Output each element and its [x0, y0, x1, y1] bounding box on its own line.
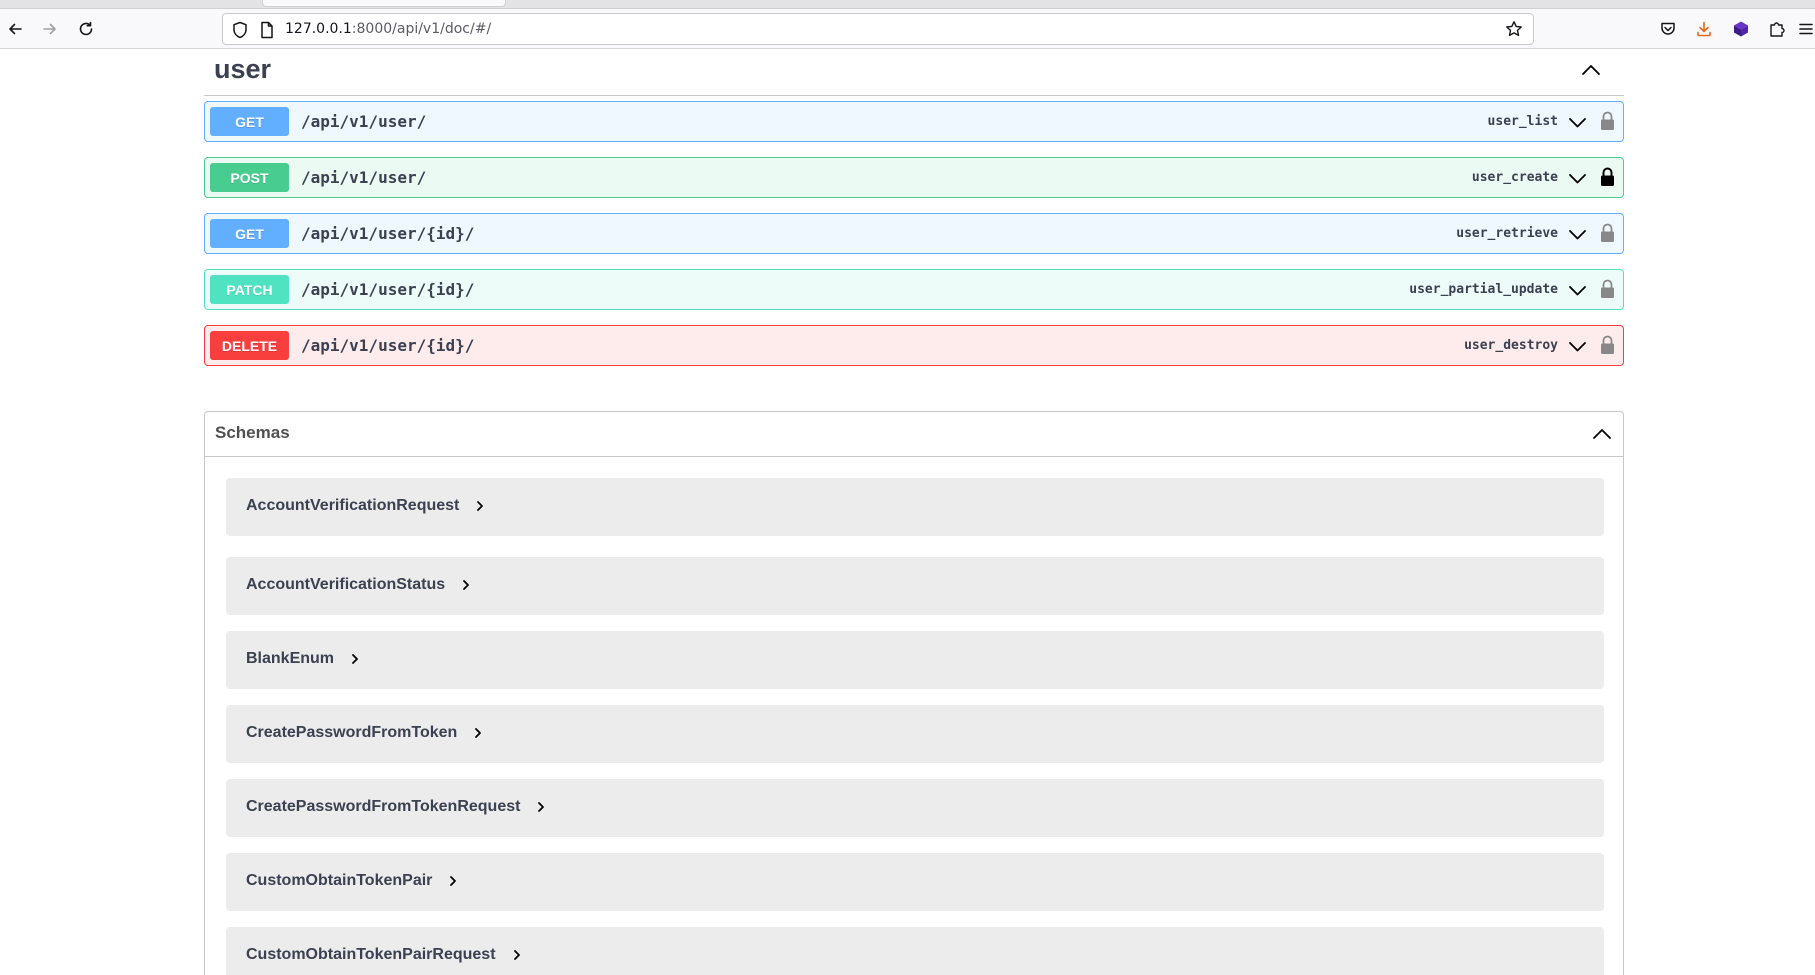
schema-model-item[interactable]: BlankEnum — [226, 631, 1604, 689]
app-menu-button[interactable] — [1797, 17, 1815, 41]
chevron-down-icon[interactable] — [1568, 225, 1587, 244]
operation-id: user_destroy — [1464, 338, 1558, 353]
back-arrow-icon — [9, 23, 22, 35]
schema-model-item[interactable]: CreatePasswordFromToken — [226, 705, 1604, 763]
operation-path: /api/v1/user/{id}/ — [301, 336, 475, 355]
url-host: 127.0.0.1 — [285, 21, 352, 37]
chevron-right-icon[interactable] — [350, 653, 360, 665]
puzzle-piece-icon — [1770, 22, 1785, 37]
back-button[interactable] — [3, 17, 27, 41]
schemas-title: Schemas — [215, 423, 290, 442]
schema-model-label: CustomObtainTokenPair — [246, 872, 433, 889]
operation-post-user-create[interactable]: POST /api/v1/user/ user_create — [204, 157, 1624, 198]
unlocked-lock-icon[interactable] — [1600, 279, 1615, 299]
schema-model-item[interactable]: CustomObtainTokenPairRequest — [226, 927, 1604, 975]
downloads-button[interactable] — [1692, 17, 1716, 41]
operation-patch-user-partial-update[interactable]: PATCH /api/v1/user/{id}/ user_partial_up… — [204, 269, 1624, 310]
schema-model-label: AccountVerificationRequest — [246, 497, 460, 514]
schema-model-name: BlankEnum — [246, 650, 360, 668]
bookmark-star-icon[interactable] — [1505, 20, 1523, 38]
schemas-section: Schemas AccountVerificationRequest Accou… — [204, 411, 1624, 975]
reload-icon — [79, 21, 93, 36]
active-tab[interactable] — [262, 0, 506, 7]
schema-model-name: AccountVerificationRequest — [246, 497, 485, 515]
chevron-right-icon[interactable] — [473, 727, 483, 739]
chevron-right-icon[interactable] — [475, 500, 485, 512]
operation-path: /api/v1/user/ — [301, 112, 427, 131]
schema-model-name: CustomObtainTokenPair — [246, 872, 458, 890]
schema-model-label: CreatePasswordFromToken — [246, 724, 458, 741]
tag-title: user — [214, 54, 272, 84]
extension-button[interactable] — [1729, 17, 1753, 41]
chevron-right-icon[interactable] — [512, 949, 522, 961]
chevron-down-icon[interactable] — [1568, 281, 1587, 300]
forward-arrow-icon — [43, 23, 56, 35]
operation-id: user_partial_update — [1409, 282, 1558, 297]
method-badge: GET — [210, 107, 289, 136]
chevron-right-icon[interactable] — [536, 801, 546, 813]
url-text[interactable]: 127.0.0.1:8000/api/v1/doc/#/ — [285, 21, 491, 37]
tag-section-user[interactable]: user — [204, 50, 1624, 96]
collapse-chevron-up-icon[interactable] — [1591, 423, 1613, 445]
schema-model-item[interactable]: CreatePasswordFromTokenRequest — [226, 779, 1604, 837]
address-bar[interactable]: 127.0.0.1:8000/api/v1/doc/#/ — [222, 13, 1534, 45]
method-badge: DELETE — [210, 331, 289, 360]
schema-model-item[interactable]: AccountVerificationRequest — [226, 478, 1604, 536]
chevron-right-icon[interactable] — [461, 579, 471, 591]
operation-get-user-retrieve[interactable]: GET /api/v1/user/{id}/ user_retrieve — [204, 213, 1624, 254]
locked-lock-icon[interactable] — [1600, 167, 1615, 187]
chevron-down-icon[interactable] — [1568, 113, 1587, 132]
schema-model-name: AccountVerificationStatus — [246, 576, 471, 594]
unlocked-lock-icon[interactable] — [1600, 111, 1615, 131]
extension-cube-icon — [1734, 21, 1748, 37]
operation-delete-user-destroy[interactable]: DELETE /api/v1/user/{id}/ user_destroy — [204, 325, 1624, 366]
operation-path: /api/v1/user/{id}/ — [301, 224, 475, 243]
browser-toolbar: 127.0.0.1:8000/api/v1/doc/#/ — [0, 9, 1815, 49]
forward-button[interactable] — [38, 17, 62, 41]
operation-path: /api/v1/user/ — [301, 168, 427, 187]
collapse-chevron-up-icon[interactable] — [1580, 59, 1602, 81]
method-badge: POST — [210, 163, 289, 192]
schema-model-name: CustomObtainTokenPairRequest — [246, 946, 522, 964]
schema-model-label: CustomObtainTokenPairRequest — [246, 946, 496, 963]
schema-model-label: BlankEnum — [246, 650, 335, 667]
pocket-button[interactable] — [1656, 17, 1680, 41]
unlocked-lock-icon[interactable] — [1600, 335, 1615, 355]
tab-strip — [0, 0, 1815, 9]
schemas-header[interactable]: Schemas — [205, 412, 1623, 457]
hamburger-menu-icon — [1799, 23, 1813, 35]
operation-id: user_create — [1471, 170, 1558, 185]
reload-button[interactable] — [74, 17, 98, 41]
chevron-right-icon[interactable] — [448, 875, 458, 887]
operation-get-user-list[interactable]: GET /api/v1/user/ user_list — [204, 101, 1624, 142]
download-icon — [1697, 21, 1711, 37]
page-info-icon[interactable] — [259, 21, 275, 39]
schema-model-item[interactable]: CustomObtainTokenPair — [226, 853, 1604, 911]
operation-path: /api/v1/user/{id}/ — [301, 280, 475, 299]
method-badge: GET — [210, 219, 289, 248]
operation-id: user_list — [1487, 114, 1558, 129]
schema-model-name: CreatePasswordFromTokenRequest — [246, 798, 546, 816]
extensions-menu-button[interactable] — [1765, 17, 1789, 41]
method-badge: PATCH — [210, 275, 289, 304]
schema-model-name: CreatePasswordFromToken — [246, 724, 483, 742]
schema-model-item[interactable]: AccountVerificationStatus — [226, 557, 1604, 615]
operation-id: user_retrieve — [1456, 226, 1558, 241]
chevron-down-icon[interactable] — [1568, 337, 1587, 356]
shield-icon[interactable] — [231, 21, 249, 39]
swagger-content: user GET /api/v1/user/ user_list POST /a… — [0, 50, 1815, 975]
schema-model-label: AccountVerificationStatus — [246, 576, 446, 593]
pocket-icon — [1661, 22, 1675, 35]
url-path: :8000/api/v1/doc/#/ — [351, 21, 492, 37]
chevron-down-icon[interactable] — [1568, 169, 1587, 188]
schema-model-label: CreatePasswordFromTokenRequest — [246, 798, 521, 815]
unlocked-lock-icon[interactable] — [1600, 223, 1615, 243]
